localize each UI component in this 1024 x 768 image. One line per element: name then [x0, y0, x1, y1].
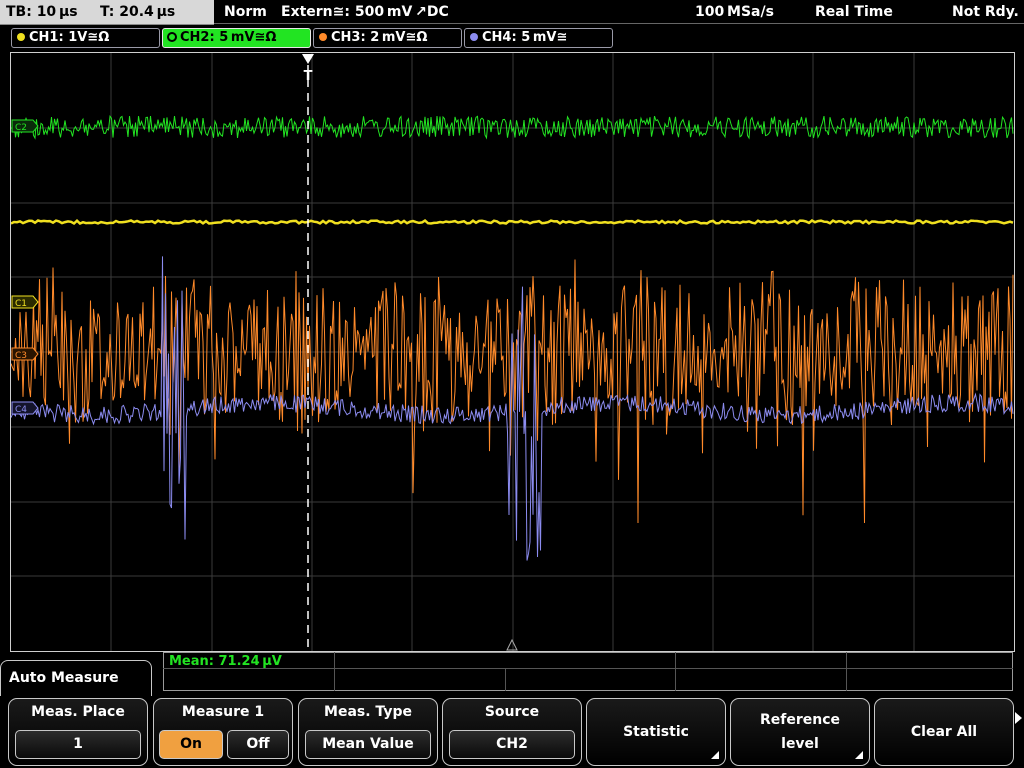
meas-type-softkey[interactable]: Meas. Type Mean Value	[298, 698, 438, 766]
reference-label-line2: level	[781, 736, 819, 752]
meas-divider	[675, 652, 676, 691]
ch2-label: CH2: 5 mV≅Ω	[180, 30, 277, 45]
reference-label-line1: Reference	[759, 712, 841, 728]
ch2-trace	[11, 115, 1014, 140]
waveform-traces	[11, 115, 1014, 561]
timebase-readout: TB: 10 µs	[6, 4, 78, 20]
measure-on-button[interactable]: On	[159, 730, 223, 759]
source-title: Source	[484, 704, 540, 720]
reference-level-softkey[interactable]: Reference level	[730, 698, 870, 766]
measurement-results-strip	[163, 652, 1013, 691]
statistic-softkey[interactable]: Statistic	[586, 698, 726, 766]
timebase-panel[interactable]: TB: 10 µs T: 20.4 µs	[0, 0, 214, 25]
ch1-marker-label: C1	[15, 299, 27, 309]
channel-tab-ch4[interactable]: CH4: 5 mV≅	[464, 28, 613, 48]
trigger-marker-label: T	[304, 69, 313, 84]
meas-divider	[505, 668, 506, 691]
ch3-marker-label: C3	[15, 351, 27, 361]
ch2-level-marker: C2	[11, 119, 39, 133]
menu-next-arrow-icon[interactable]	[1015, 712, 1022, 724]
meas-place-title: Meas. Place	[31, 704, 125, 720]
meas-type-title: Meas. Type	[324, 704, 412, 720]
channel-tab-ch2[interactable]: CH2: 5 mV≅Ω	[162, 28, 311, 48]
statistic-label: Statistic	[623, 724, 689, 740]
ch1-level-marker: C1	[11, 295, 39, 309]
ch1-trace	[11, 218, 1014, 226]
clear-all-label: Clear All	[910, 724, 978, 740]
measure-softkey[interactable]: Measure 1 On Off	[153, 698, 293, 766]
ch4-marker-label: C4	[15, 405, 27, 415]
ch4-color-dot	[470, 33, 478, 41]
ch1-label: CH1: 1V≅Ω	[29, 30, 110, 45]
ch2-color-dot	[168, 33, 176, 41]
status-bar-divider	[214, 23, 1024, 24]
meas-divider	[334, 652, 335, 691]
source-softkey[interactable]: Source CH2	[442, 698, 582, 766]
acquisition-mode: Real Time	[815, 4, 893, 20]
ch3-level-marker: C3	[11, 347, 39, 361]
ch4-level-marker: C4	[11, 401, 39, 415]
menu-title-tab: Auto Measure	[0, 660, 152, 696]
meas-divider	[846, 652, 847, 691]
trigger-source-readout[interactable]: Extern≅: 500 mV ↗DC	[281, 0, 449, 24]
clear-all-softkey[interactable]: Clear All	[874, 698, 1014, 766]
measure-off-button[interactable]: Off	[227, 730, 289, 759]
sample-rate: 100 MSa/s	[695, 4, 774, 20]
meas-type-value[interactable]: Mean Value	[305, 730, 431, 759]
waveform-display[interactable]: T C2 C1 C3 C4	[10, 52, 1015, 652]
ch3-color-dot	[319, 33, 327, 41]
submenu-arrow-icon	[855, 751, 863, 759]
ch2-marker-label: C2	[15, 123, 27, 133]
measure-title: Measure 1	[181, 704, 265, 720]
channel-tab-ch1[interactable]: CH1: 1V≅Ω	[11, 28, 160, 48]
meas-row-divider	[163, 668, 1013, 669]
trigger-time-readout: T: 20.4 µs	[100, 4, 176, 20]
trigger-mode[interactable]: Norm	[224, 0, 267, 24]
submenu-arrow-icon	[711, 751, 719, 759]
meas-place-value[interactable]: 1	[15, 730, 141, 759]
ground-marker-icon	[506, 638, 518, 651]
mean-value-readout: Mean: 71.24 µV	[169, 654, 282, 669]
acquisition-state: Not Rdy.	[952, 4, 1019, 20]
waveform-canvas: T C2 C1 C3 C4	[11, 53, 1014, 651]
ch3-label: CH3: 2 mV≅Ω	[331, 30, 428, 45]
ch4-label: CH4: 5 mV≅	[482, 30, 568, 45]
channel-tab-ch3[interactable]: CH3: 2 mV≅Ω	[313, 28, 462, 48]
source-value[interactable]: CH2	[449, 730, 575, 759]
meas-place-softkey[interactable]: Meas. Place 1	[8, 698, 148, 766]
ch1-color-dot	[17, 33, 25, 41]
